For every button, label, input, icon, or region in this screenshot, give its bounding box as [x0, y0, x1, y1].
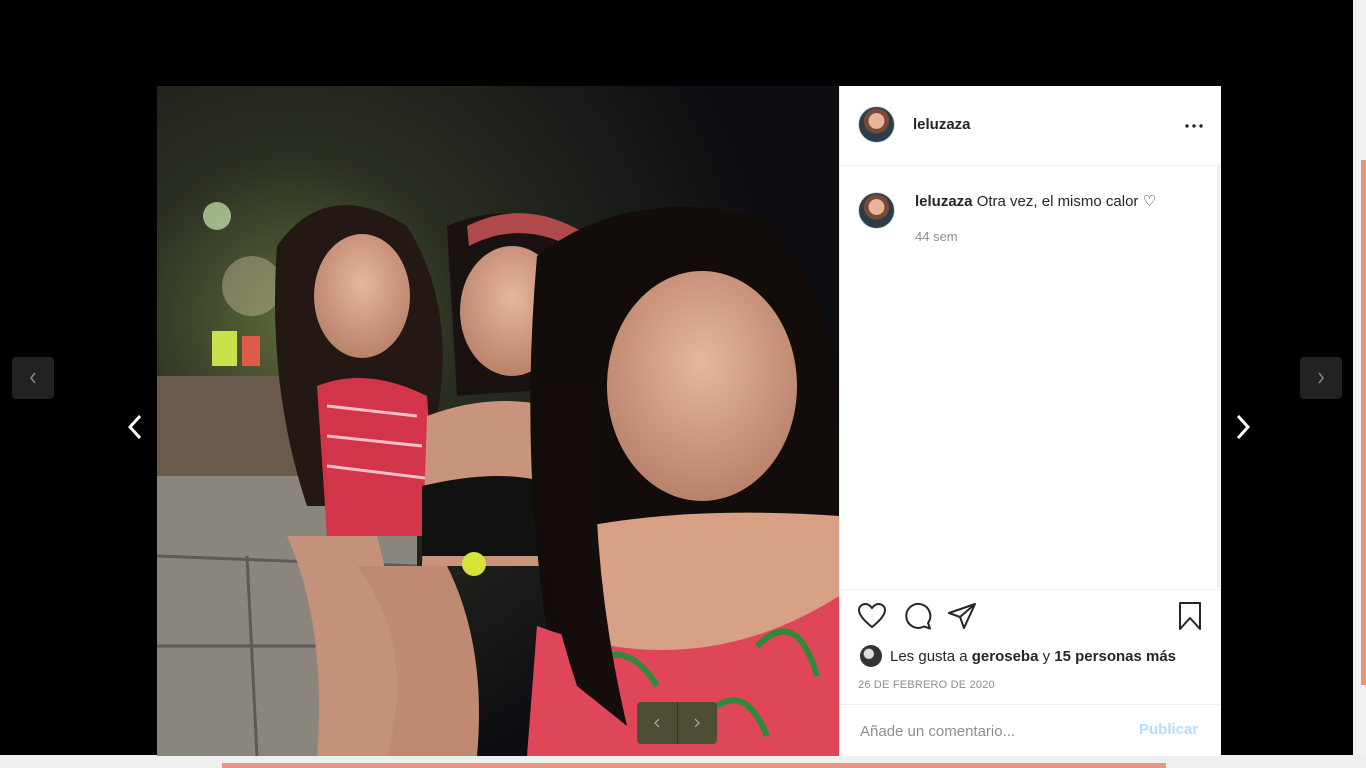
chevron-right-icon [1236, 414, 1251, 440]
comment-button[interactable] [902, 600, 934, 632]
bookmark-icon [1179, 602, 1201, 630]
share-icon [948, 603, 976, 629]
post-actions: Les gusta a geroseba y 15 personas más 2… [840, 589, 1221, 708]
likes-prefix: Les gusta a [890, 647, 968, 665]
caption: leluzaza Otra vez, el mismo calor ♡ [915, 193, 1205, 211]
chevron-right-icon [694, 718, 701, 728]
liker-username[interactable]: geroseba [972, 648, 1039, 665]
mini-next-button[interactable] [676, 702, 718, 744]
add-comment-form: Publicar [840, 704, 1221, 757]
avatar[interactable] [858, 106, 895, 143]
share-button[interactable] [946, 600, 978, 632]
post-photo[interactable] [157, 86, 839, 756]
liker-avatar[interactable] [860, 645, 882, 667]
likes-summary: Les gusta a geroseba y 15 personas más [860, 645, 1176, 667]
previous-button[interactable] [12, 357, 54, 399]
like-button[interactable] [856, 600, 888, 632]
caption-text: Otra vez, el mismo calor ♡ [976, 193, 1157, 210]
mini-prev-button[interactable] [637, 702, 677, 744]
comment-input[interactable] [858, 717, 1122, 745]
likes-others-link[interactable]: 15 personas más [1054, 648, 1176, 665]
caption-username[interactable]: leluzaza [915, 193, 973, 210]
caption-time-ago[interactable]: 44 sem [915, 229, 958, 244]
caption-avatar[interactable] [858, 192, 895, 229]
next-button[interactable] [1300, 357, 1342, 399]
publish-button[interactable]: Publicar [1139, 721, 1198, 738]
more-options-button[interactable] [1180, 114, 1208, 138]
heart-icon [858, 603, 886, 629]
post-details-panel: leluzaza leluzaza Otra vez, el mismo cal… [839, 86, 1221, 756]
chevron-left-icon [653, 718, 660, 728]
post-date[interactable]: 26 DE FEBRERO DE 2020 [858, 679, 995, 691]
save-button[interactable] [1174, 600, 1206, 632]
more-icon [1185, 124, 1203, 128]
comments-area[interactable]: leluzaza Otra vez, el mismo calor ♡ 44 s… [840, 166, 1220, 588]
comment-icon [905, 603, 932, 630]
post-header: leluzaza [840, 86, 1221, 166]
header-username[interactable]: leluzaza [913, 116, 971, 133]
horizontal-scrollbar-thumb[interactable] [222, 763, 1166, 768]
chevron-right-icon [1318, 372, 1324, 384]
likes-connector: y [1042, 647, 1051, 665]
selfie-image [157, 86, 839, 756]
next-post-arrow[interactable] [1230, 410, 1256, 444]
previous-post-arrow[interactable] [122, 410, 148, 444]
page-scrollbar-thumb[interactable] [1361, 160, 1366, 685]
chevron-left-icon [30, 372, 36, 384]
chevron-left-icon [127, 414, 142, 440]
photo-mini-controls [637, 702, 717, 744]
